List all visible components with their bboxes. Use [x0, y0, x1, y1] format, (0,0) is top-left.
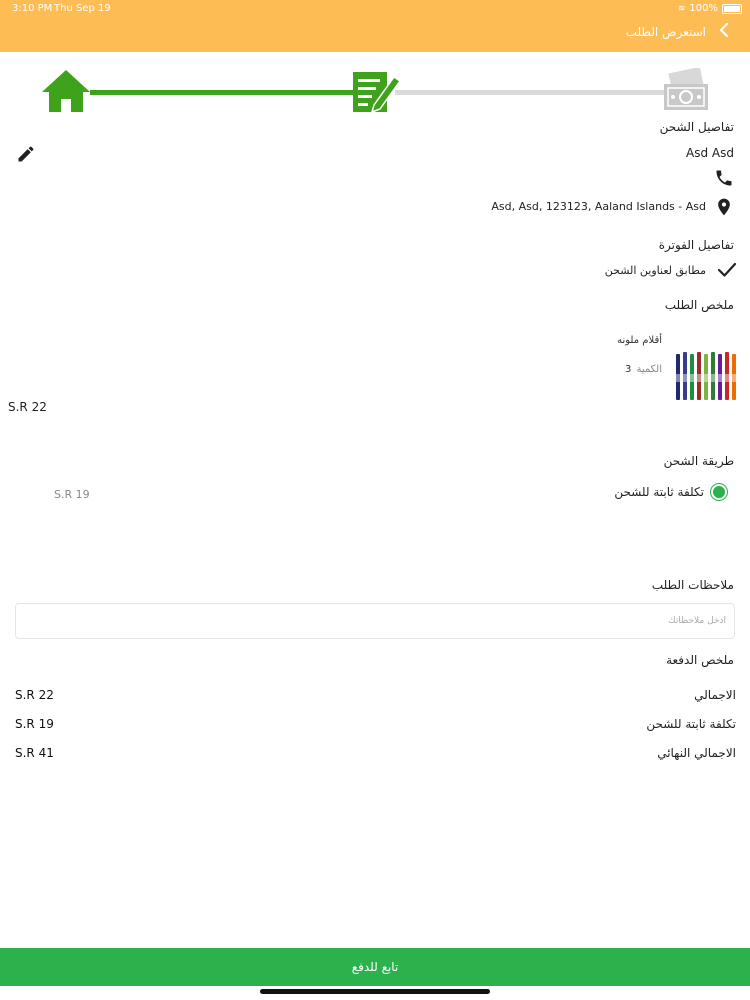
- product-image: [674, 352, 738, 400]
- money-icon: [664, 68, 708, 110]
- radio-icon[interactable]: [710, 483, 728, 501]
- payment-row-total-value: S.R 41: [15, 746, 54, 760]
- status-time: 3:10 PM: [12, 3, 53, 14]
- status-battery: ≋ 100%: [678, 3, 742, 14]
- same-as-shipping-label: مطابق لعناوين الشحن: [604, 264, 706, 277]
- battery-icon: [722, 3, 742, 14]
- progress-line-pending: [395, 90, 665, 95]
- item-qty-label: الكمية: [636, 364, 662, 375]
- continue-to-payment-button[interactable]: تابع للدفع: [0, 948, 750, 986]
- chevron-left-icon[interactable]: [716, 22, 732, 38]
- location-pin-icon: [718, 198, 730, 216]
- order-summary-title: ملخص الطلب: [664, 298, 734, 312]
- shipping-details-title: تفاصيل الشحن: [659, 120, 734, 134]
- order-notes-title: ملاحظات الطلب: [651, 578, 734, 592]
- payment-row-shipping-value: S.R 19: [15, 717, 54, 731]
- form-edit-icon[interactable]: [350, 69, 402, 115]
- billing-details-title: تفاصيل الفوترة: [658, 238, 734, 252]
- home-indicator: [260, 989, 490, 994]
- shipping-method-title: طريقة الشحن: [663, 454, 734, 468]
- payment-row-subtotal-label: الاجمالي: [694, 688, 736, 702]
- wifi-icon: ≋: [677, 3, 686, 14]
- home-icon[interactable]: [40, 68, 92, 114]
- item-qty: 3: [625, 364, 632, 375]
- battery-percent: 100%: [689, 3, 718, 14]
- order-notes-input[interactable]: [15, 603, 735, 639]
- page-title: استعرض الطلب: [625, 25, 706, 39]
- payment-row-total-label: الاجمالي النهائي: [657, 746, 736, 760]
- payment-row-shipping-label: تكلفة ثابتة للشحن: [646, 717, 736, 731]
- item-price: S.R 22: [8, 400, 47, 414]
- item-name: أقلام ملونه: [617, 335, 662, 346]
- payment-row-subtotal-value: S.R 22: [15, 688, 54, 702]
- shipping-address: Asd, Asd, 123123, Aaland Islands - Asd: [491, 200, 706, 213]
- shipping-option-price: S.R 19: [54, 488, 90, 501]
- app-header: 3:10 PM Thu Sep 19 ≋ 100% استعرض الطلب: [0, 0, 750, 52]
- status-date: Thu Sep 19: [54, 3, 111, 14]
- check-icon[interactable]: [716, 260, 738, 280]
- shipping-name: Asd Asd: [686, 146, 734, 160]
- shipping-option-label[interactable]: تكلفة ثابتة للشحن: [614, 485, 704, 499]
- progress-line-complete: [90, 90, 354, 95]
- payment-summary-title: ملخص الدفعة: [666, 653, 734, 667]
- phone-icon: [716, 170, 732, 186]
- edit-pencil-icon[interactable]: [16, 144, 36, 164]
